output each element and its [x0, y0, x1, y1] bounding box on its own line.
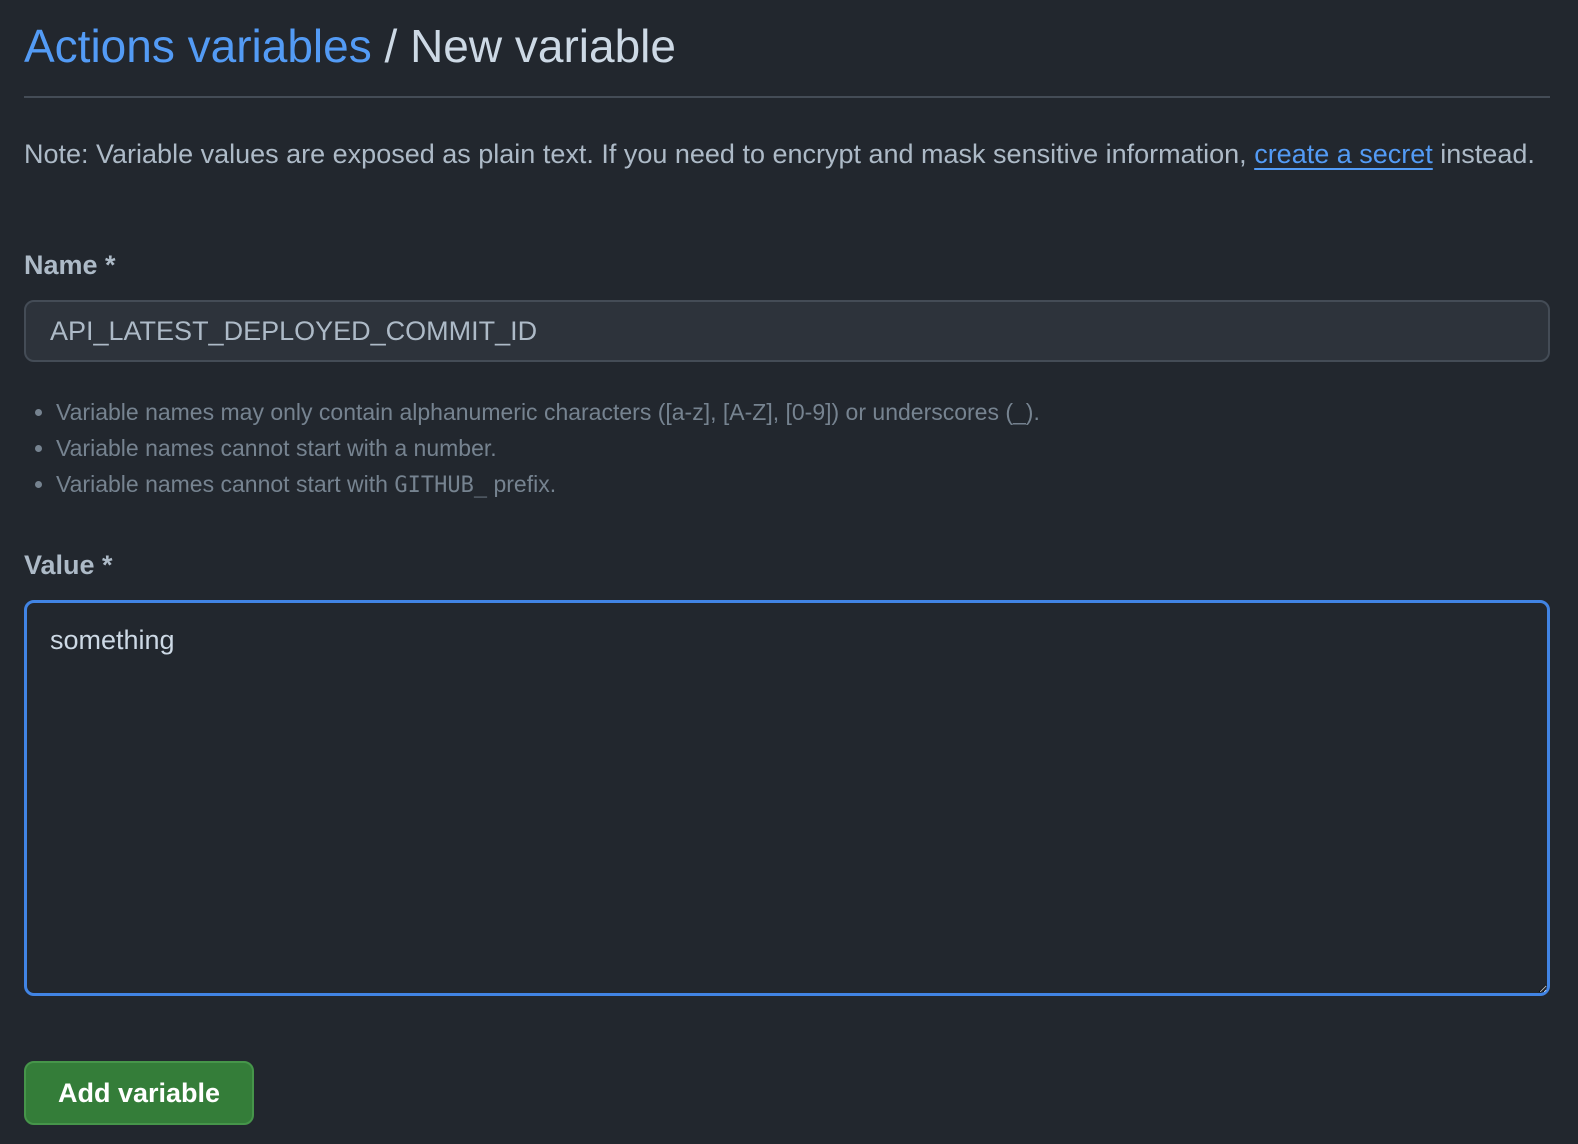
name-input[interactable]	[24, 300, 1550, 362]
value-label: Value *	[24, 550, 113, 580]
new-variable-form: Actions variables / New variable Note: V…	[24, 0, 1550, 1125]
breadcrumb-current: New variable	[410, 20, 676, 72]
name-rule-item: Variable names cannot start with a numbe…	[56, 430, 1550, 466]
github-prefix-code: GITHUB_	[394, 473, 488, 498]
value-textarea[interactable]: something	[24, 600, 1550, 996]
plain-text-note: Note: Variable values are exposed as pla…	[24, 134, 1550, 175]
name-rule-item: Variable names cannot start with GITHUB_…	[56, 466, 1550, 504]
rule-text-end: prefix.	[487, 471, 557, 497]
note-text-end: instead.	[1432, 139, 1535, 169]
name-rule-item: Variable names may only contain alphanum…	[56, 394, 1550, 430]
create-secret-link[interactable]: create a secret	[1254, 139, 1433, 169]
page-title: Actions variables / New variable	[24, 23, 676, 69]
page-header: Actions variables / New variable	[24, 0, 1550, 98]
name-label: Name *	[24, 250, 116, 280]
breadcrumb-actions-variables-link[interactable]: Actions variables	[24, 20, 372, 72]
note-text: Note: Variable values are exposed as pla…	[24, 139, 1255, 169]
breadcrumb-separator: /	[371, 20, 411, 72]
name-rules-list: Variable names may only contain alphanum…	[24, 394, 1550, 504]
rule-text: Variable names cannot start with	[56, 471, 395, 497]
add-variable-button[interactable]: Add variable	[24, 1061, 254, 1125]
